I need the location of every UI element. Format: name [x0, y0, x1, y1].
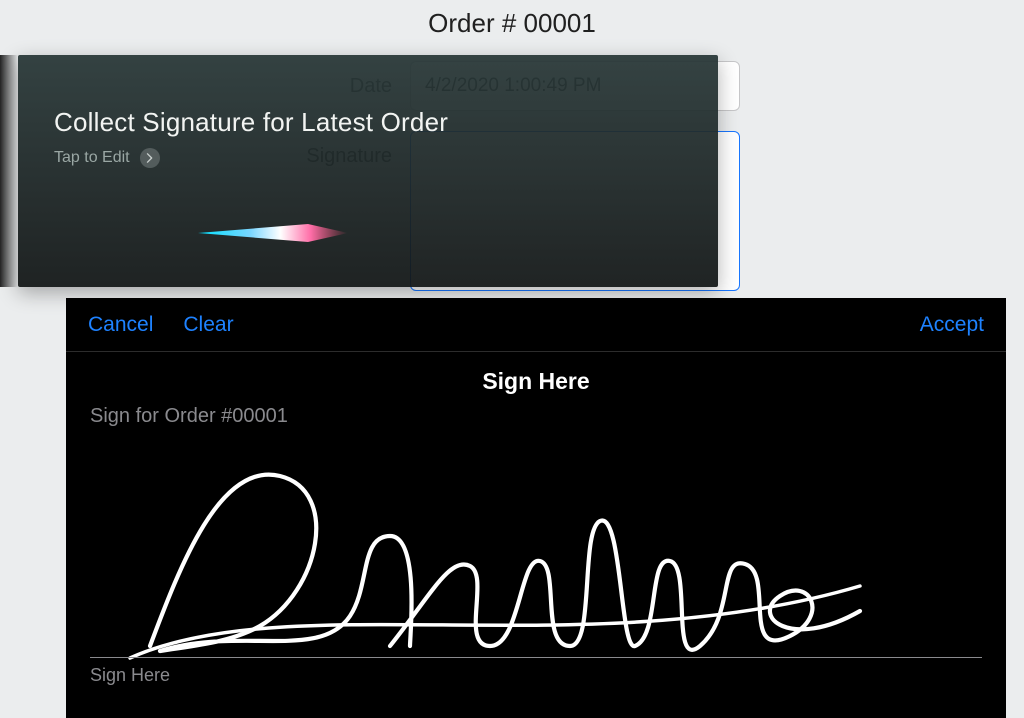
signature-panel: Cancel Clear Accept Sign Here Sign for O… [66, 298, 1006, 718]
signature-baseline [90, 657, 982, 658]
siri-card[interactable]: Collect Signature for Latest Order Tap t… [18, 55, 718, 287]
siri-subtitle-row[interactable]: Tap to Edit [54, 148, 682, 168]
cancel-button[interactable]: Cancel [88, 313, 153, 337]
sign-heading: Sign Here [66, 368, 1006, 395]
clear-button[interactable]: Clear [183, 313, 233, 337]
edge-shadow [0, 55, 18, 287]
page-title: Order # 00001 [0, 8, 1024, 39]
sign-subheading: Sign for Order #00001 [90, 405, 1006, 428]
siri-waveform-icon [198, 221, 518, 245]
signature-toolbar: Cancel Clear Accept [66, 298, 1006, 352]
siri-title: Collect Signature for Latest Order [54, 107, 682, 138]
chevron-right-icon [140, 148, 160, 168]
siri-subtitle: Tap to Edit [54, 149, 130, 167]
signature-stroke [90, 436, 982, 686]
accept-button[interactable]: Accept [920, 313, 984, 337]
signature-canvas[interactable]: Sign Here [90, 436, 982, 686]
signature-line-label: Sign Here [90, 665, 170, 686]
